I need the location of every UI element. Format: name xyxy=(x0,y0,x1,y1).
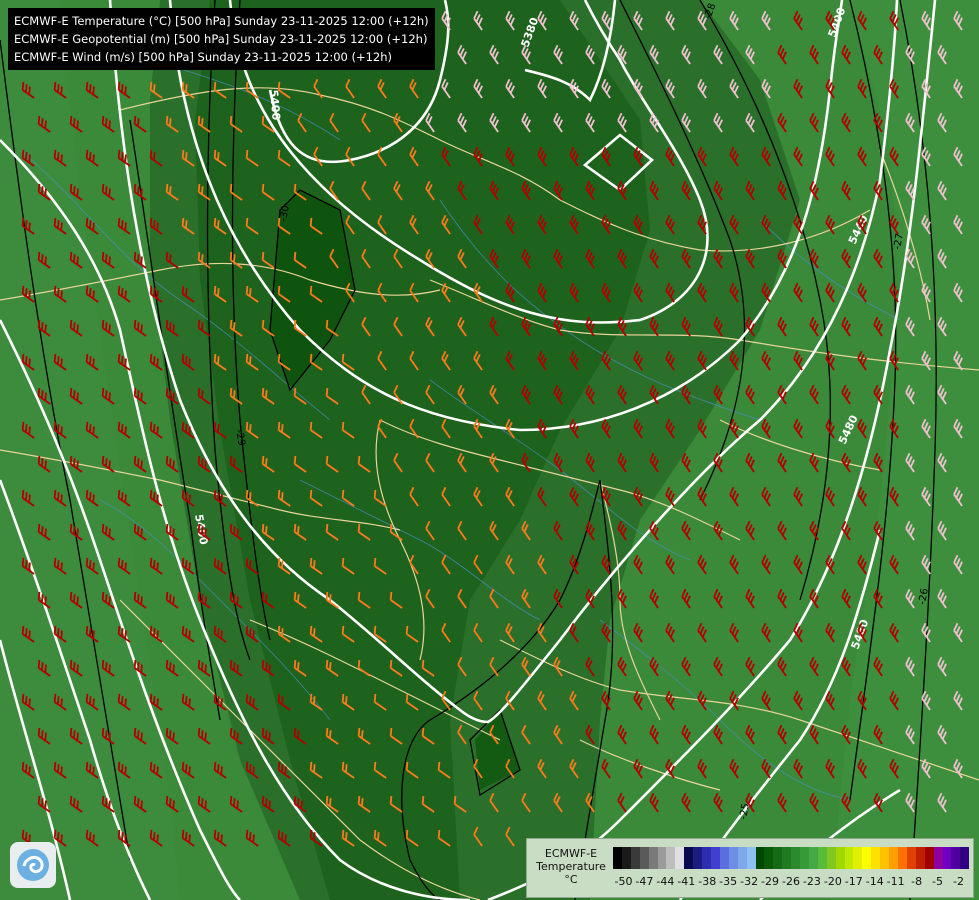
weather-map: 5380 5400 5440 5480 5400 5400 5480 -30 -… xyxy=(0,0,979,900)
legend-color-swatch xyxy=(924,847,934,869)
legend-tick: -35 xyxy=(719,875,738,888)
legend-color-swatch xyxy=(684,847,694,869)
legend-ticks: -50 -47 -44 -41 -38 -35 -32 -29 -26 -23 -20 -17 -14-… xyxy=(613,875,969,889)
legend-title: ECMWF-E Temperature °C xyxy=(531,847,611,886)
weather-service-logo-icon xyxy=(10,842,56,888)
legend-tick: -5 xyxy=(932,875,944,888)
geopotential-label: 5400 xyxy=(267,89,283,121)
legend-color-swatch xyxy=(826,847,836,869)
title-wind: ECMWF-E Wind (m/s) [500 hPa] Sunday 23-1… xyxy=(14,50,393,64)
legend-tick: -26 xyxy=(781,875,800,888)
legend-color-swatch xyxy=(666,847,676,869)
legend-color-swatch xyxy=(817,847,827,869)
legend-tick: -20 xyxy=(823,875,842,888)
legend-color-swatch xyxy=(853,847,863,869)
legend-color-swatch xyxy=(728,847,738,869)
legend-color-swatch xyxy=(630,847,640,869)
legend-color-swatch xyxy=(844,847,854,869)
legend-tick: -47 xyxy=(635,875,654,888)
legend-color-swatch xyxy=(719,847,729,869)
legend-color-swatch xyxy=(933,847,943,869)
legend-color-swatch xyxy=(764,847,774,869)
legend-tick: -14 xyxy=(865,875,884,888)
legend-color-swatch xyxy=(871,847,881,869)
legend-color-swatch xyxy=(880,847,890,869)
legend-color-swatch xyxy=(693,847,703,869)
legend-color-swatch xyxy=(737,847,747,869)
legend-color-swatch xyxy=(648,847,658,869)
legend-tick: -2 xyxy=(952,875,964,888)
legend-tick: -38 xyxy=(698,875,717,888)
legend-tick: -50 xyxy=(614,875,633,888)
legend-color-swatch xyxy=(951,847,961,869)
legend-color-swatch xyxy=(906,847,916,869)
legend-color-swatch xyxy=(835,847,845,869)
legend-color-swatch xyxy=(773,847,783,869)
legend-color-swatch xyxy=(639,847,649,869)
legend-color-swatch xyxy=(800,847,809,869)
legend-color-swatch xyxy=(710,847,720,869)
map-title-box: ECMWF-E Temperature (°C) [500 hPa] Sunda… xyxy=(8,8,435,70)
legend-color-swatch xyxy=(755,847,765,869)
legend-color-bar xyxy=(613,847,970,869)
legend-tick: -44 xyxy=(656,875,675,888)
legend-tick: -29 xyxy=(761,875,780,888)
legend-variable: Temperature xyxy=(536,860,606,873)
legend-color-swatch xyxy=(621,847,631,869)
legend-color-swatch xyxy=(898,847,907,869)
legend-color-swatch xyxy=(808,847,818,869)
legend-color-swatch xyxy=(702,847,711,869)
legend-color-swatch xyxy=(942,847,952,869)
legend-color-swatch xyxy=(862,847,872,869)
legend-tick: -23 xyxy=(802,875,821,888)
legend-color-swatch xyxy=(657,847,667,869)
legend-tick: -41 xyxy=(677,875,696,888)
legend-color-swatch xyxy=(782,847,792,869)
legend-unit: °C xyxy=(564,873,578,886)
legend-color-swatch xyxy=(791,847,801,869)
legend-color-swatch xyxy=(613,847,622,869)
legend-color-swatch xyxy=(915,847,925,869)
legend-tick: -8 xyxy=(911,875,923,888)
legend-tick: -32 xyxy=(740,875,759,888)
title-temperature: ECMWF-E Temperature (°C) [500 hPa] Sunda… xyxy=(14,14,429,28)
temperature-legend: ECMWF-E Temperature °C -50 -47 -44 -41 -38 -3… xyxy=(526,838,974,898)
legend-color-swatch xyxy=(746,847,756,869)
legend-model: ECMWF-E xyxy=(544,847,598,860)
legend-color-swatch xyxy=(889,847,898,869)
legend-tick: -17 xyxy=(844,875,863,888)
legend-tick: -11 xyxy=(886,875,905,888)
legend-color-swatch xyxy=(675,847,685,869)
legend-color-swatch xyxy=(960,847,970,869)
title-geopotential: ECMWF-E Geopotential (m) [500 hPa] Sunda… xyxy=(14,32,428,46)
